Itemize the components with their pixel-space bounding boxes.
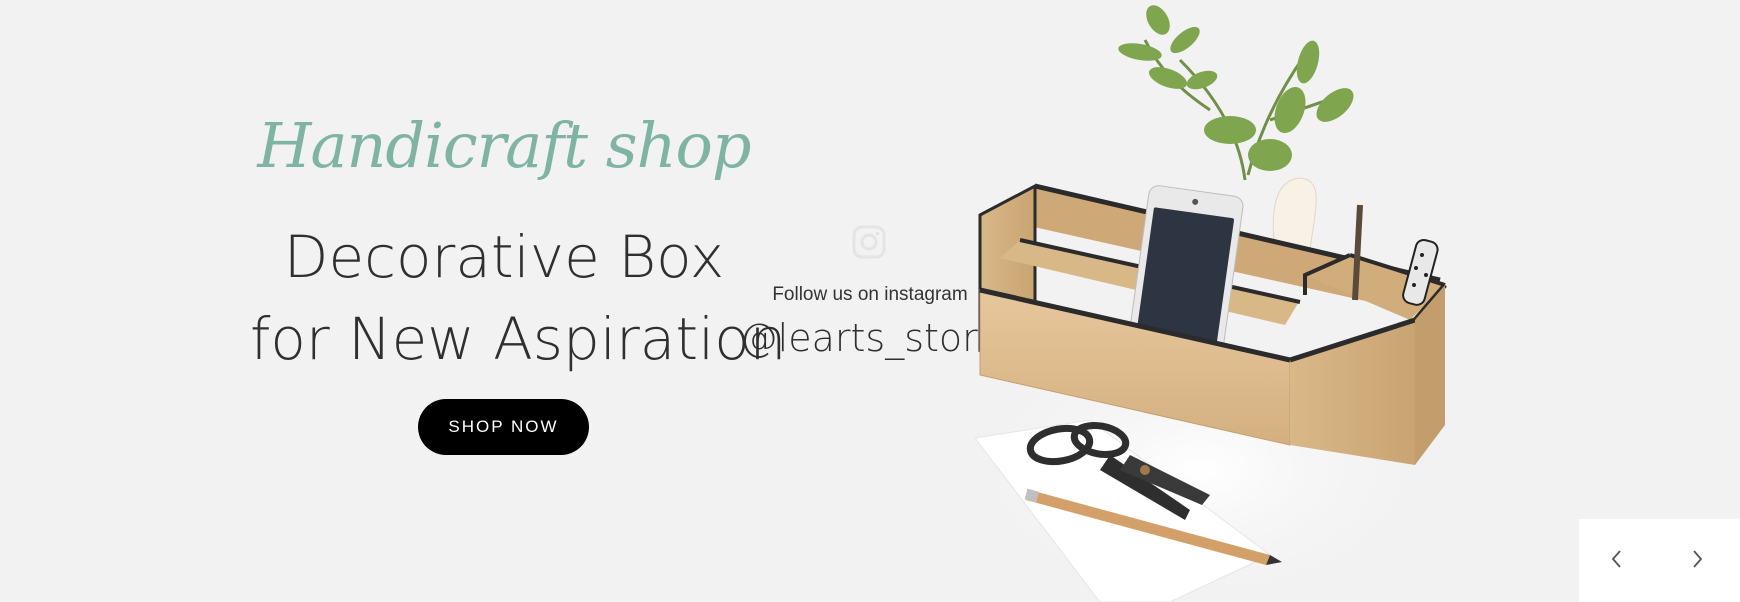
chevron-right-icon — [1693, 550, 1703, 568]
hero-slide: Handicraft shop Decorative Box for New A… — [0, 0, 1740, 602]
hero-headline-line1: Decorative Box — [283, 223, 725, 291]
hero-script-title: Handicraft shop — [257, 109, 751, 182]
carousel-prev-button[interactable] — [1597, 539, 1637, 579]
product-image — [940, 5, 1460, 602]
instagram-icon[interactable] — [851, 224, 887, 260]
shop-now-button[interactable]: SHOP NOW — [418, 399, 589, 455]
hero-headline-line2: for New Aspiration — [250, 305, 787, 373]
carousel-navigation — [1579, 519, 1740, 602]
carousel-next-button[interactable] — [1677, 539, 1717, 579]
chevron-left-icon — [1611, 550, 1621, 568]
